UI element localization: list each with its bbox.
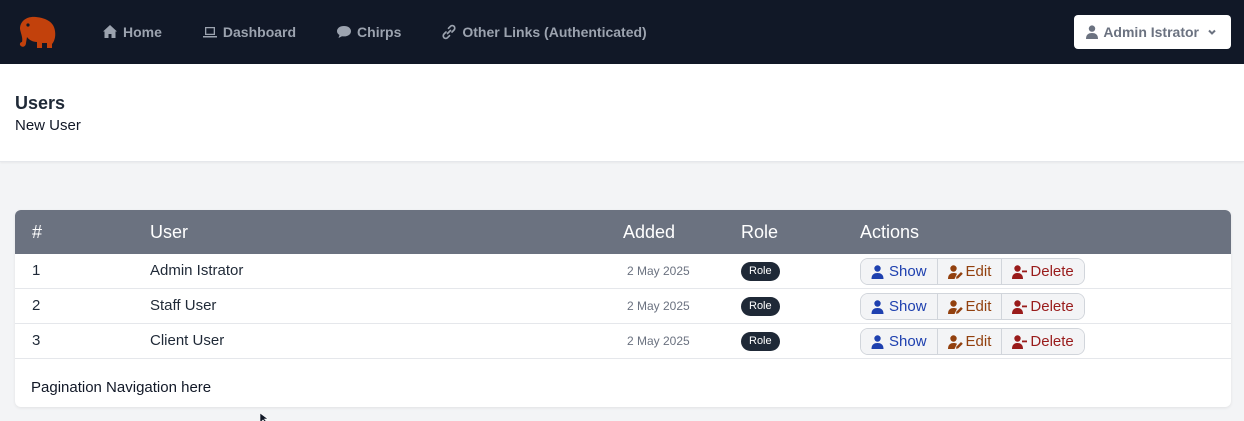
users-table-card: # User Added Role Actions 1 Admin Istrat… [15, 210, 1231, 407]
nav-chirps-label: Chirps [357, 24, 402, 40]
table-header: # User Added Role Actions [15, 210, 1231, 254]
user-menu-button[interactable]: Admin Istrator [1074, 15, 1231, 49]
nav-dashboard[interactable]: Dashboard [202, 24, 296, 40]
show-button[interactable]: Show [861, 259, 937, 284]
delete-label: Delete [1030, 263, 1074, 280]
edit-label: Edit [965, 333, 992, 350]
column-header-num: # [32, 222, 43, 242]
edit-button[interactable]: Edit [936, 294, 1002, 319]
top-navbar: Home Dashboard Chirps Other Links (Authe… [0, 0, 1244, 64]
chevron-down-icon [1208, 29, 1216, 35]
row-user-name: Client User [150, 332, 225, 349]
comment-icon [337, 26, 352, 38]
table-row: 1 Admin Istrator 2 May 2025 Role Show Ed… [15, 254, 1231, 289]
nav-home[interactable]: Home [102, 24, 162, 40]
show-button[interactable]: Show [861, 329, 937, 354]
delete-button[interactable]: Delete [1001, 294, 1084, 319]
delete-label: Delete [1030, 333, 1074, 350]
role-badge: Role [741, 262, 780, 281]
user-icon [871, 264, 884, 279]
edit-label: Edit [965, 263, 992, 280]
user-icon [1086, 25, 1099, 39]
column-header-user: User [150, 222, 189, 242]
row-added-date: 2 May 2025 [627, 264, 690, 278]
user-edit-icon [947, 264, 963, 279]
nav-other-links-label: Other Links (Authenticated) [462, 24, 647, 40]
link-icon [442, 24, 456, 40]
table-row: 3 Client User 2 May 2025 Role Show Edit … [15, 324, 1231, 359]
user-minus-icon [1012, 264, 1028, 279]
nav-dashboard-label: Dashboard [222, 24, 297, 40]
row-added-date: 2 May 2025 [627, 334, 690, 348]
user-icon [871, 299, 884, 314]
show-label: Show [889, 333, 927, 350]
pagination-navigation: Pagination Navigation here [31, 379, 212, 396]
role-badge: Role [741, 297, 780, 316]
row-number: 2 [32, 297, 41, 314]
show-label: Show [889, 298, 927, 315]
delete-button[interactable]: Delete [1001, 329, 1084, 354]
column-header-role: Role [741, 222, 779, 242]
role-badge: Role [741, 332, 780, 351]
user-minus-icon [1012, 299, 1028, 314]
home-icon [103, 25, 117, 38]
nav-links: Home Dashboard Chirps Other Links (Authe… [102, 0, 687, 64]
edit-label: Edit [965, 298, 992, 315]
row-actions: Show Edit Delete [860, 328, 1085, 355]
row-user-name: Admin Istrator [150, 262, 244, 279]
delete-label: Delete [1030, 298, 1074, 315]
user-icon [871, 334, 884, 349]
show-label: Show [889, 263, 927, 280]
row-added-date: 2 May 2025 [627, 299, 690, 313]
user-edit-icon [947, 334, 963, 349]
new-user-link[interactable]: New User [15, 117, 81, 134]
row-number: 3 [32, 332, 41, 349]
delete-button[interactable]: Delete [1001, 259, 1084, 284]
page-header: Users New User [0, 64, 1244, 162]
page-title: Users [15, 93, 66, 113]
nav-home-label: Home [123, 24, 162, 40]
row-user-name: Staff User [150, 297, 217, 314]
table-row: 2 Staff User 2 May 2025 Role Show Edit D… [15, 289, 1231, 324]
nav-other-links[interactable]: Other Links (Authenticated) [441, 24, 647, 40]
user-minus-icon [1012, 334, 1028, 349]
elephant-logo[interactable] [14, 15, 58, 49]
column-header-actions: Actions [860, 222, 920, 242]
mouse-cursor-icon [260, 413, 269, 421]
edit-button[interactable]: Edit [936, 259, 1002, 284]
user-edit-icon [947, 299, 963, 314]
show-button[interactable]: Show [861, 294, 937, 319]
nav-chirps[interactable]: Chirps [336, 24, 401, 40]
row-number: 1 [32, 262, 41, 279]
row-actions: Show Edit Delete [860, 258, 1085, 285]
user-menu-label: Admin Istrator [1103, 24, 1199, 40]
row-actions: Show Edit Delete [860, 293, 1085, 320]
laptop-icon [202, 27, 217, 38]
column-header-added: Added [623, 222, 676, 242]
edit-button[interactable]: Edit [936, 329, 1002, 354]
